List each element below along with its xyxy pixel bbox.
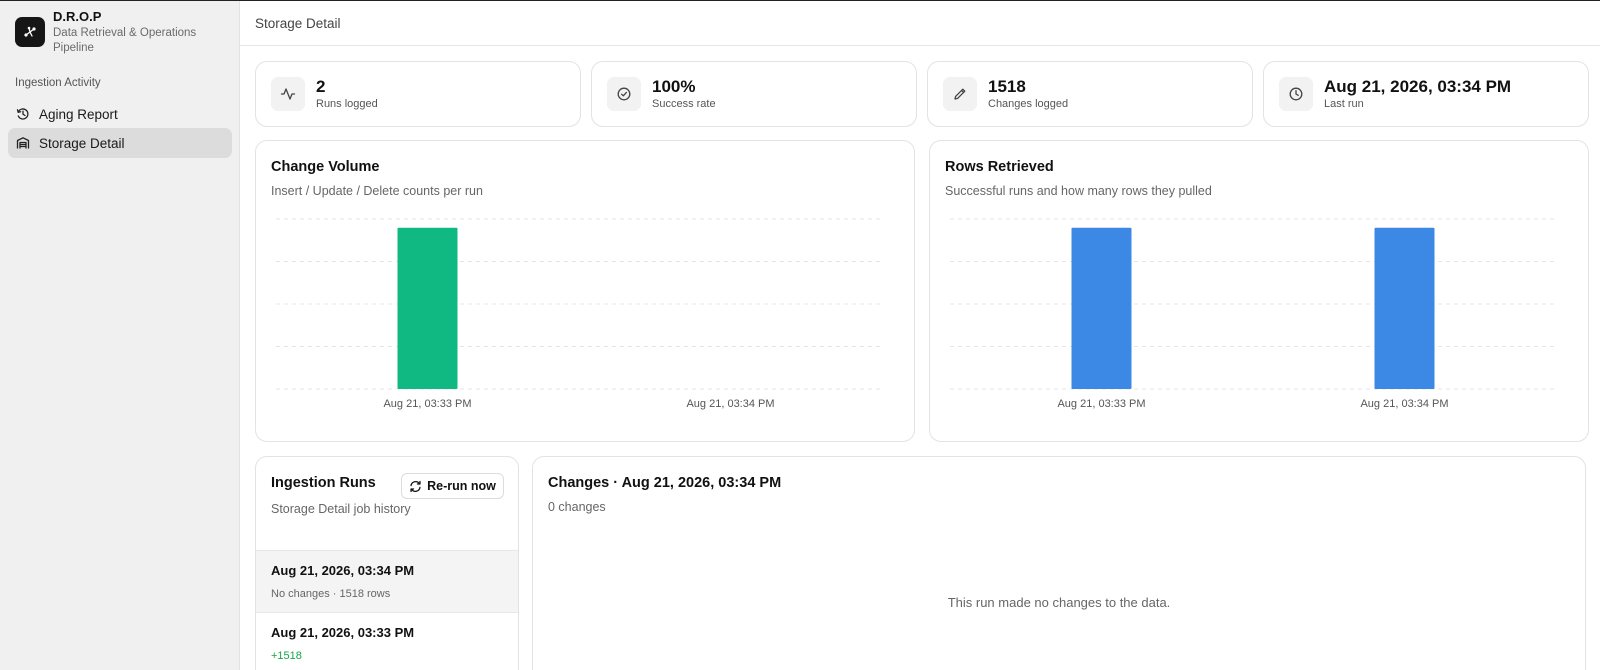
- sidebar: D.R.O.P Data Retrieval & Operations Pipe…: [0, 1, 240, 670]
- stat-label: Runs logged: [316, 97, 378, 110]
- check-circle-icon: [607, 77, 641, 111]
- stat-value: 100%: [652, 76, 696, 96]
- run-list-item[interactable]: Aug 21, 2026, 03:33 PM +1518: [256, 612, 518, 670]
- rows-retrieved-chart: Aug 21, 03:33 PM Aug 21, 03:34 PM: [950, 218, 1556, 410]
- activity-icon: [271, 77, 305, 111]
- brand-subtitle: Data Retrieval & Operations Pipeline: [53, 27, 197, 54]
- stat-label: Last run: [1324, 97, 1364, 110]
- stat-label: Changes logged: [988, 97, 1069, 110]
- pipeline-logo-icon: [15, 17, 45, 47]
- sidebar-item-label: Aging Report: [39, 106, 118, 122]
- brand[interactable]: D.R.O.P Data Retrieval & Operations Pipe…: [15, 9, 203, 56]
- bar: [397, 227, 458, 389]
- x-tick-label: Aug 21, 03:34 PM: [686, 398, 774, 410]
- bar: [1374, 227, 1435, 389]
- stat-label: Success rate: [652, 97, 716, 110]
- stat-card-changes: 1518 Changes logged: [927, 61, 1253, 127]
- x-tick-label: Aug 21, 03:33 PM: [383, 398, 471, 410]
- sidebar-section-label: Ingestion Activity: [15, 77, 101, 89]
- sidebar-item-aging-report[interactable]: Aging Report: [8, 99, 232, 129]
- stat-card-last-run: Aug 21, 2026, 03:34 PM Last run: [1263, 61, 1589, 127]
- x-tick-label: Aug 21, 03:34 PM: [1360, 398, 1448, 410]
- run-meta: +1518: [271, 650, 302, 662]
- stat-card-runs: 2 Runs logged: [255, 61, 581, 127]
- pencil-icon: [943, 77, 977, 111]
- x-tick-label: Aug 21, 03:33 PM: [1057, 398, 1145, 410]
- rerun-button[interactable]: Re-run now: [401, 473, 504, 499]
- card-title: Changes · Aug 21, 2026, 03:34 PM: [548, 475, 782, 491]
- brand-name: D.R.O.P: [53, 9, 102, 24]
- page-title: Storage Detail: [255, 15, 341, 31]
- warehouse-icon: [16, 136, 30, 150]
- change-volume-chart: Aug 21, 03:33 PM Aug 21, 03:34 PM: [276, 218, 882, 410]
- card-title: Ingestion Runs: [271, 475, 376, 491]
- card-subtitle: 0 changes: [548, 500, 606, 514]
- run-title: Aug 21, 2026, 03:33 PM: [271, 625, 415, 640]
- ingestion-runs-card: Ingestion Runs Re-run now Storage Detail…: [255, 456, 519, 670]
- changes-card: Changes · Aug 21, 2026, 03:34 PM 0 chang…: [532, 456, 1586, 670]
- stat-value: 1518: [988, 76, 1026, 96]
- sidebar-item-label: Storage Detail: [39, 135, 125, 151]
- header: Storage Detail: [240, 1, 1600, 46]
- change-volume-card: Change Volume Insert / Update / Delete c…: [255, 140, 915, 442]
- run-meta: No changes · 1518 rows: [271, 588, 391, 600]
- history-icon: [16, 107, 30, 121]
- rerun-label: Re-run now: [427, 479, 496, 493]
- stat-value: 2: [316, 76, 326, 96]
- refresh-icon: [409, 480, 422, 493]
- bar: [1071, 227, 1132, 389]
- run-list-item[interactable]: Aug 21, 2026, 03:34 PM No changes · 1518…: [256, 550, 518, 612]
- clock-icon: [1279, 77, 1313, 111]
- stat-card-success-rate: 100% Success rate: [591, 61, 917, 127]
- stat-value: Aug 21, 2026, 03:34 PM: [1324, 76, 1512, 96]
- rows-retrieved-card: Rows Retrieved Successful runs and how m…: [929, 140, 1589, 442]
- run-title: Aug 21, 2026, 03:34 PM: [271, 563, 415, 578]
- empty-state-message: This run made no changes to the data.: [947, 595, 1171, 610]
- sidebar-item-storage-detail[interactable]: Storage Detail: [8, 128, 232, 158]
- card-subtitle: Storage Detail job history: [271, 502, 411, 516]
